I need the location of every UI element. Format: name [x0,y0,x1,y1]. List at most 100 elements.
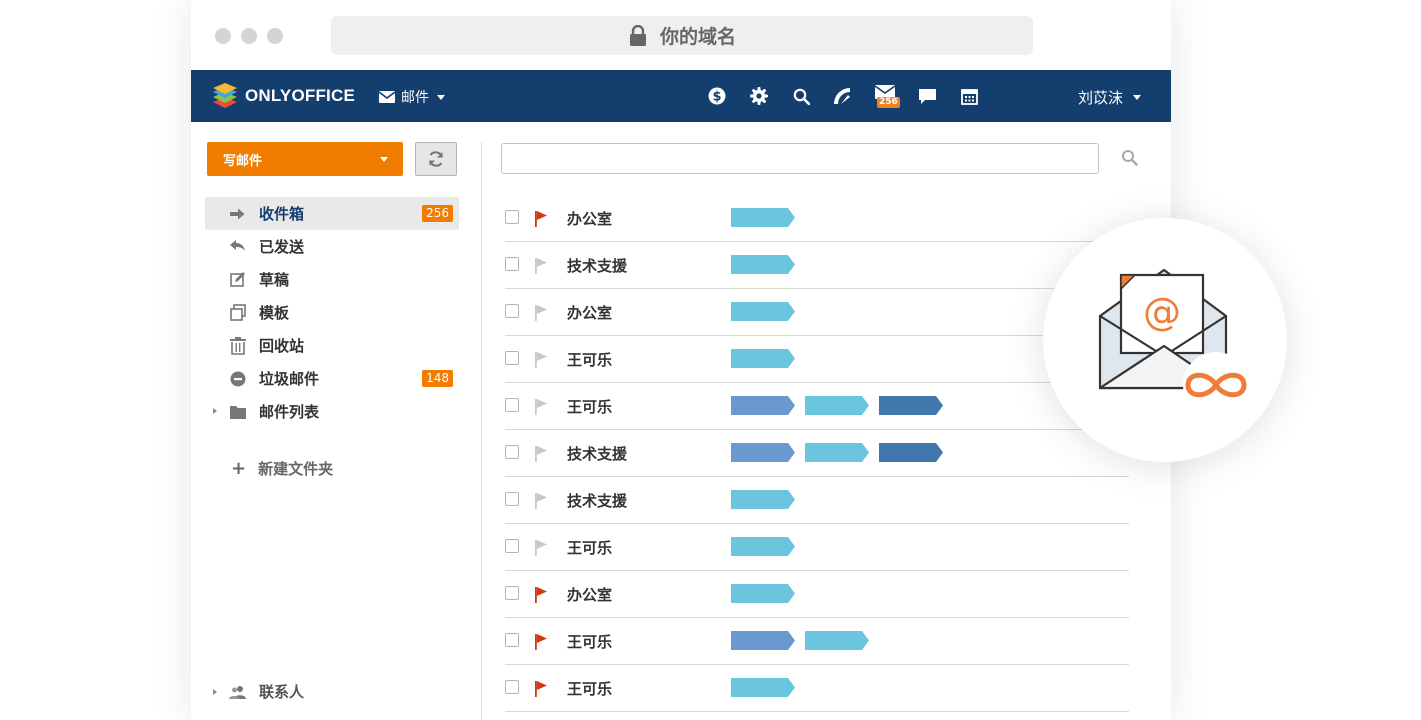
folder-templates[interactable]: 模板 [205,296,459,329]
onlyoffice-logo-icon [213,83,237,108]
folder-mailing-lists[interactable]: 邮件列表 [205,395,459,428]
message-sender: 王可乐 [567,351,613,369]
tag-label[interactable] [731,302,795,321]
flag-icon[interactable] [533,350,549,368]
flag-icon[interactable] [533,491,549,509]
flag-icon[interactable] [533,632,549,650]
settings-button[interactable] [738,70,780,122]
message-sender: 技术支援 [567,492,628,510]
message-row[interactable]: 办公室 [505,571,1129,618]
window-close-dot[interactable] [215,28,231,44]
user-menu[interactable]: 刘苡沫 [1078,87,1141,108]
svg-text:@: @ [1143,290,1181,334]
reply-icon [230,240,245,251]
contacts-section[interactable]: 联系人 [213,681,304,702]
tag-label[interactable] [731,678,795,697]
nav-icon-bar: $ 256 [696,70,990,122]
flag-icon[interactable] [533,585,549,603]
svg-text:$: $ [712,90,721,105]
message-checkbox[interactable] [505,539,519,553]
message-row[interactable]: 王可乐 [505,383,1129,430]
mail-search-input[interactable] [501,143,1099,174]
message-row[interactable]: 王可乐 [505,524,1129,571]
chevron-down-icon [437,94,445,100]
flag-icon[interactable] [533,679,549,697]
folder-sent[interactable]: 已发送 [205,230,459,263]
tag-label[interactable] [731,584,795,603]
flag-icon[interactable] [533,538,549,556]
window-maximize-dot[interactable] [267,28,283,44]
tag-label[interactable] [731,396,795,415]
message-checkbox[interactable] [505,680,519,694]
tag-label[interactable] [731,208,795,227]
folder-drafts[interactable]: 草稿 [205,263,459,296]
expand-arrow-icon[interactable] [213,408,217,414]
message-row[interactable]: 王可乐 [505,618,1129,665]
message-checkbox[interactable] [505,633,519,647]
refresh-button[interactable] [415,142,457,176]
flag-icon[interactable] [533,397,549,415]
message-checkbox[interactable] [505,304,519,318]
tag-label[interactable] [879,396,943,415]
message-row[interactable]: 办公室 [505,289,1097,336]
tag-label[interactable] [805,396,869,415]
mail-illustration: @ [1043,218,1287,462]
expand-arrow-icon[interactable] [213,688,217,695]
tag-label[interactable] [731,443,795,462]
onlyoffice-logo[interactable]: ONLYOFFICE [211,83,355,109]
window-minimize-dot[interactable] [241,28,257,44]
tag-label[interactable] [805,443,869,462]
message-checkbox[interactable] [505,257,519,271]
compose-button[interactable]: 写邮件 [207,142,403,176]
tag-label[interactable] [731,255,795,274]
tag-label[interactable] [879,443,943,462]
tag-label[interactable] [731,631,795,650]
calendar-icon [960,88,978,105]
search-icon[interactable] [1121,149,1138,166]
new-folder-button[interactable]: + 新建文件夹 [231,458,333,479]
message-sender: 技术支援 [567,445,628,463]
calendar-button[interactable] [948,70,990,122]
message-row[interactable]: 技术支援 [505,477,1129,524]
message-row[interactable]: 王可乐 [505,336,1097,383]
folder-icon [230,406,246,419]
mail-button[interactable]: 256 [864,70,906,122]
browser-chrome: 你的域名 [191,0,1171,70]
message-row[interactable]: 办公室 [505,195,1097,242]
message-checkbox[interactable] [505,586,519,600]
folder-label: 邮件列表 [259,403,320,421]
message-checkbox[interactable] [505,445,519,459]
tag-label[interactable] [731,349,795,368]
search-button[interactable] [780,70,822,122]
envelope-icon [379,91,395,103]
message-row[interactable]: 技术支援 [505,242,1097,289]
folder-spam[interactable]: 垃圾邮件 148 [205,362,459,395]
folder-trash[interactable]: 回收站 [205,329,459,362]
talk-button[interactable] [906,70,948,122]
address-bar[interactable]: 你的域名 [331,16,1033,55]
message-checkbox[interactable] [505,398,519,412]
new-folder-label: 新建文件夹 [258,460,334,478]
flag-icon[interactable] [533,209,549,227]
message-checkbox[interactable] [505,351,519,365]
tag-label[interactable] [805,631,869,650]
compose-label: 写邮件 [223,153,263,169]
payments-button[interactable]: $ [696,70,738,122]
message-row[interactable]: 王可乐 [505,665,1129,712]
folder-inbox[interactable]: 收件箱 256 [205,197,459,230]
lock-icon [629,24,646,46]
message-row[interactable]: 技术支援 [505,430,1129,477]
feed-button[interactable] [822,70,864,122]
tag-label[interactable] [731,490,795,509]
flag-icon[interactable] [533,444,549,462]
compose-dropdown-toggle[interactable] [365,142,403,176]
dollar-icon: $ [708,87,726,105]
message-checkbox[interactable] [505,492,519,506]
tag-label[interactable] [731,537,795,556]
feed-icon [834,88,850,104]
flag-icon[interactable] [533,256,549,274]
message-sender: 王可乐 [567,633,613,651]
flag-icon[interactable] [533,303,549,321]
message-checkbox[interactable] [505,210,519,224]
module-switcher[interactable]: 邮件 [379,87,445,107]
